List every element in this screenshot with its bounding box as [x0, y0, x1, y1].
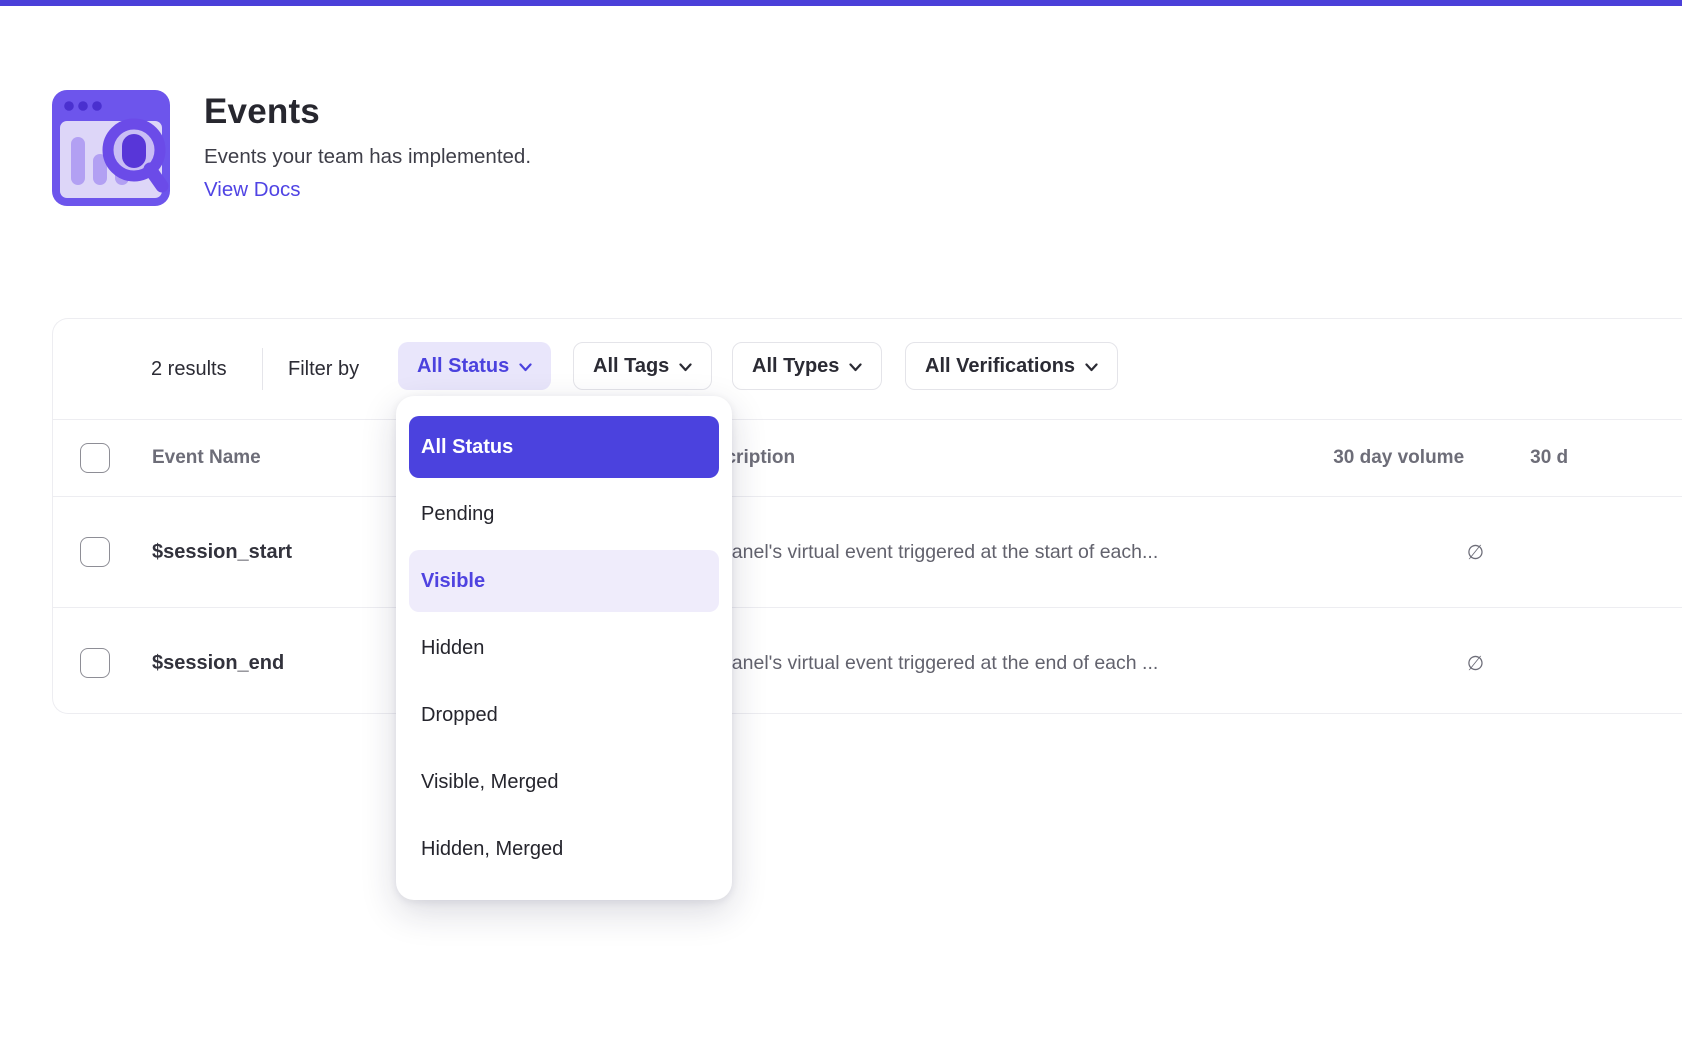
verifications-filter-label: All Verifications	[925, 355, 1075, 378]
column-header-30-day-volume: 30 day volume	[1290, 420, 1490, 496]
status-filter-label: All Status	[417, 355, 509, 378]
tags-filter-label: All Tags	[593, 355, 669, 378]
view-docs-link[interactable]: View Docs	[204, 178, 300, 202]
page-subtitle: Events your team has implemented.	[204, 145, 531, 169]
filter-by-label: Filter by	[288, 319, 359, 419]
column-header-description: Description	[691, 420, 1291, 496]
menu-item-dropped[interactable]: Dropped	[409, 684, 719, 746]
verifications-filter-dropdown[interactable]: All Verifications	[905, 342, 1118, 390]
menu-item-all-status[interactable]: All Status	[409, 416, 719, 478]
menu-item-visible[interactable]: Visible	[409, 550, 719, 612]
results-count: 2 results	[151, 319, 227, 419]
top-accent-bar	[0, 0, 1682, 6]
status-dropdown-menu: All Status Pending Visible Hidden Droppe…	[396, 396, 732, 900]
row-checkbox[interactable]	[80, 648, 110, 678]
page-header: Events Events your team has implemented.…	[204, 92, 531, 202]
status-filter-dropdown[interactable]: All Status	[398, 342, 551, 390]
event-description: Mixpanel's virtual event triggered at th…	[691, 608, 1291, 718]
event-description: Mixpanel's virtual event triggered at th…	[691, 497, 1291, 607]
filter-toolbar: 2 results Filter by All Status All Tags …	[53, 319, 1682, 420]
events-table-card: 2 results Filter by All Status All Tags …	[52, 318, 1682, 714]
menu-item-visible-merged[interactable]: Visible, Merged	[409, 751, 719, 813]
row-checkbox[interactable]	[80, 537, 110, 567]
page-title: Events	[204, 92, 531, 132]
chevron-down-icon	[1085, 363, 1098, 372]
menu-item-hidden-merged[interactable]: Hidden, Merged	[409, 818, 719, 880]
types-filter-label: All Types	[752, 355, 839, 378]
table-row[interactable]: $session_end Mixpanel's virtual event tr…	[53, 608, 1682, 718]
table-header-row: Event Name Description 30 day volume 30 …	[53, 420, 1682, 497]
toolbar-divider	[262, 348, 263, 390]
menu-item-pending[interactable]: Pending	[409, 483, 719, 545]
select-all-checkbox[interactable]	[80, 443, 110, 473]
event-30-day-volume: ∅	[1290, 608, 1490, 718]
column-header-30-day-users: 30 d	[1490, 420, 1682, 496]
table-row[interactable]: $session_start Mixpanel's virtual event …	[53, 497, 1682, 608]
chevron-down-icon	[519, 363, 532, 372]
types-filter-dropdown[interactable]: All Types	[732, 342, 882, 390]
tags-filter-dropdown[interactable]: All Tags	[573, 342, 712, 390]
chevron-down-icon	[849, 363, 862, 372]
event-30-day-volume: ∅	[1290, 497, 1490, 607]
menu-item-hidden[interactable]: Hidden	[409, 617, 719, 679]
chevron-down-icon	[679, 363, 692, 372]
events-app-icon	[50, 88, 172, 208]
